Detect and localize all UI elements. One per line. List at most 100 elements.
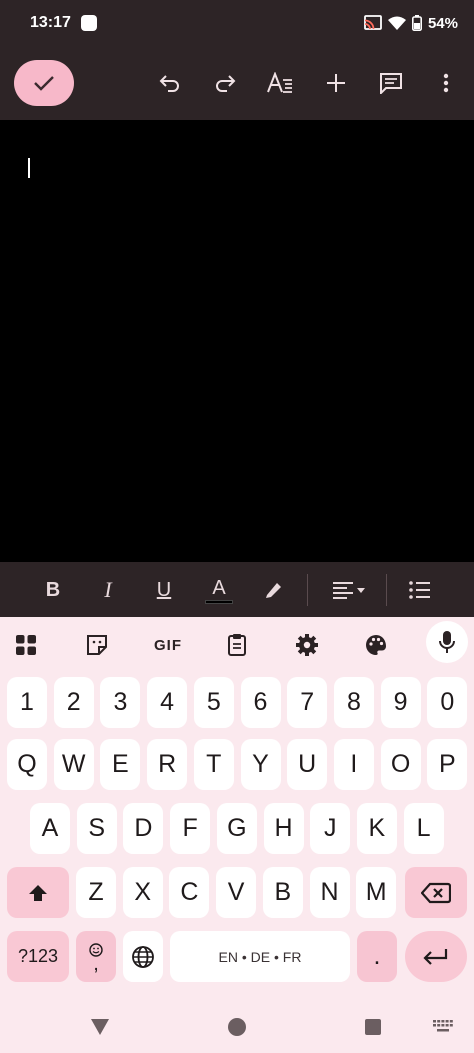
key-l[interactable]: L [403,803,444,854]
key-j[interactable]: J [310,803,351,854]
key-i[interactable]: I [333,739,374,790]
status-icons: 54% [364,15,458,32]
done-button[interactable] [14,60,74,106]
key-z[interactable]: Z [76,867,116,918]
home-button[interactable] [222,1012,252,1042]
key-5[interactable]: 5 [193,677,234,728]
bulleted-list-button[interactable] [400,570,440,610]
period-key[interactable]: . [357,931,397,982]
comma-label: , [93,952,99,975]
document-editor[interactable] [0,120,474,562]
apps-button[interactable] [6,625,46,665]
voice-input-button[interactable] [426,621,468,663]
format-divider [307,574,308,606]
undo-icon [159,75,179,92]
key-s[interactable]: S [76,803,117,854]
plus-icon [327,74,345,92]
gif-label: GIF [154,636,182,654]
text-color-label: A [212,576,226,599]
recents-square-icon [365,1019,381,1035]
symbols-key[interactable]: ?123 [7,931,69,982]
key-e[interactable]: E [100,739,141,790]
enter-key[interactable] [405,931,467,982]
key-2[interactable]: 2 [53,677,94,728]
redo-button[interactable] [206,64,244,102]
theme-button[interactable] [356,625,396,665]
format-bar: B I U A [0,562,474,617]
key-y[interactable]: Y [240,739,281,790]
battery-icon [411,15,422,31]
key-v[interactable]: V [216,867,257,918]
notification-icon [80,15,97,31]
key-8[interactable]: 8 [333,677,374,728]
key-o[interactable]: O [380,739,421,790]
key-h[interactable]: H [263,803,304,854]
key-f[interactable]: F [170,803,211,854]
shift-icon [29,884,47,901]
keyboard-switch-button[interactable] [428,1012,458,1042]
key-7[interactable]: 7 [287,677,328,728]
space-key[interactable]: EN • DE • FR [170,931,350,982]
clipboard-button[interactable] [217,625,257,665]
key-r[interactable]: R [147,739,188,790]
keyboard-settings-button[interactable] [287,625,327,665]
gif-button[interactable]: GIF [146,625,190,665]
backspace-key[interactable] [405,867,467,918]
undo-button[interactable] [151,64,189,102]
key-a[interactable]: A [30,803,70,854]
text-color-swatch [205,599,233,604]
recents-button[interactable] [358,1012,388,1042]
text-color-button[interactable]: A [199,570,239,610]
wifi-icon [387,16,406,30]
format-divider-2 [386,574,387,606]
bold-button[interactable]: B [33,570,73,610]
key-g[interactable]: G [216,803,257,854]
key-4[interactable]: 4 [147,677,188,728]
key-k[interactable]: K [356,803,397,854]
key-6[interactable]: 6 [240,677,281,728]
editor-toolbar [0,46,474,120]
italic-button[interactable]: I [88,570,128,610]
text-format-icon [267,72,292,93]
key-q[interactable]: Q [7,739,47,790]
key-u[interactable]: U [287,739,328,790]
enter-icon [423,948,448,965]
key-p[interactable]: P [427,739,468,790]
insert-button[interactable] [317,64,355,102]
align-left-icon [333,582,365,599]
check-icon [34,76,54,91]
battery-percent: 54% [427,14,458,32]
status-bar: 13:17 54% [0,0,474,46]
comment-icon [380,73,402,94]
key-1[interactable]: 1 [7,677,47,728]
palette-icon [366,635,386,655]
key-d[interactable]: D [123,803,164,854]
align-button[interactable] [326,570,372,610]
sticker-button[interactable] [77,625,117,665]
key-9[interactable]: 9 [380,677,421,728]
key-3[interactable]: 3 [100,677,141,728]
emoji-comma-key[interactable]: , [76,931,116,982]
language-key[interactable] [123,931,163,982]
underline-button[interactable]: U [144,570,184,610]
key-x[interactable]: X [122,867,163,918]
shift-key[interactable] [7,867,69,918]
more-options-button[interactable] [427,64,465,102]
text-format-button[interactable] [261,64,299,102]
key-0[interactable]: 0 [427,677,468,728]
key-b[interactable]: B [262,867,303,918]
backspace-icon [421,882,451,903]
bulleted-list-icon [409,581,430,599]
cast-icon [364,15,382,30]
microphone-icon [439,631,455,653]
more-vertical-icon [443,73,449,93]
back-button[interactable] [85,1012,115,1042]
key-n[interactable]: N [309,867,350,918]
key-m[interactable]: M [356,867,397,918]
key-t[interactable]: T [193,739,234,790]
key-c[interactable]: C [169,867,210,918]
highlight-button[interactable] [254,570,294,610]
comment-button[interactable] [372,64,410,102]
key-w[interactable]: W [53,739,94,790]
sticker-icon [87,635,107,655]
